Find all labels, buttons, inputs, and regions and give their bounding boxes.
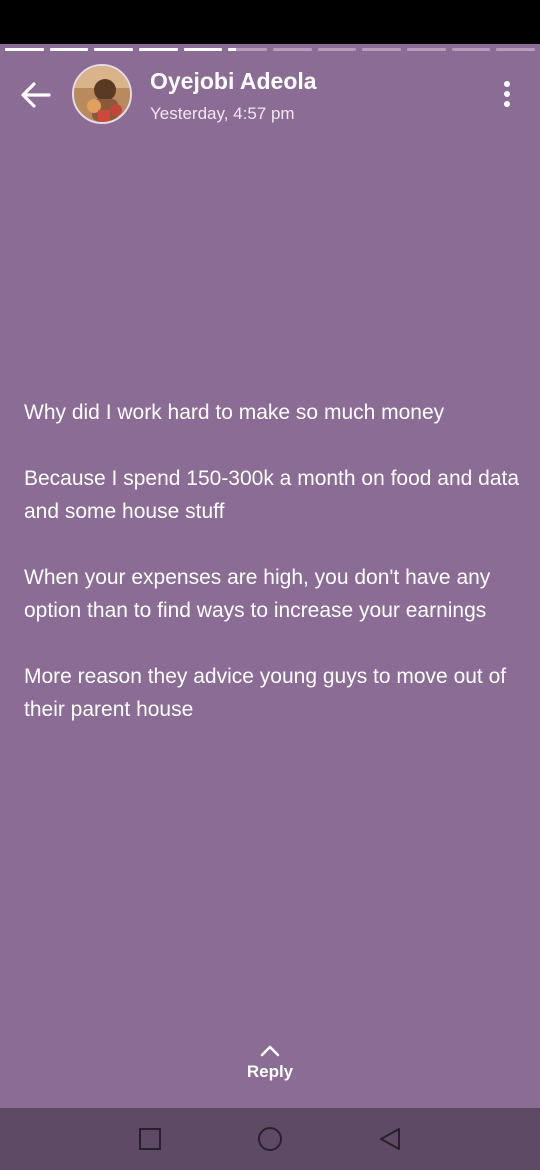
- more-vertical-icon: [504, 81, 510, 87]
- status-paragraph: Why did I work hard to make so much mone…: [24, 401, 445, 424]
- back-button[interactable]: [14, 74, 56, 116]
- progress-segment-fill: [49, 48, 89, 51]
- status-bar: [0, 0, 540, 44]
- progress-segment-fill: [228, 48, 237, 51]
- progress-segment: [407, 48, 446, 51]
- progress-segment: [451, 48, 491, 51]
- recents-button[interactable]: [135, 1124, 165, 1154]
- progress-segment-fill: [183, 48, 223, 51]
- more-options-button[interactable]: [492, 76, 522, 112]
- chevron-up-icon: [260, 1045, 280, 1057]
- status-progress-bar: [5, 48, 536, 52]
- progress-segment: [139, 48, 178, 51]
- nav-back-button[interactable]: [375, 1124, 405, 1154]
- progress-segment-fill: [94, 48, 134, 51]
- home-button[interactable]: [255, 1124, 285, 1154]
- progress-segment: [496, 48, 536, 51]
- progress-segment: [183, 48, 223, 51]
- progress-segment: [273, 48, 312, 51]
- progress-segment: [317, 48, 357, 51]
- progress-segment: [5, 48, 44, 51]
- status-paragraph: When your expenses are high, you don't h…: [24, 566, 491, 622]
- square-icon: [139, 1128, 161, 1150]
- progress-segment-fill: [5, 48, 44, 51]
- reply-button[interactable]: Reply: [220, 1044, 320, 1096]
- reply-label: Reply: [246, 1062, 294, 1081]
- progress-segment: [228, 48, 268, 51]
- status-timestamp: Yesterday, 4:57 pm: [150, 104, 295, 123]
- arrow-left-icon: [21, 82, 51, 108]
- contact-name: Oyejobi Adeola: [150, 68, 317, 94]
- status-header: Oyejobi Adeola Yesterday, 4:57 pm: [0, 60, 540, 130]
- system-navigation-bar: [0, 1108, 540, 1170]
- avatar[interactable]: [72, 64, 132, 124]
- progress-segment: [94, 48, 134, 51]
- triangle-back-icon: [380, 1128, 400, 1150]
- status-text: Why did I work hard to make so much mone…: [24, 396, 520, 726]
- progress-segment: [49, 48, 89, 51]
- circle-icon: [258, 1127, 282, 1151]
- progress-segment-fill: [139, 48, 178, 51]
- progress-segment: [362, 48, 402, 51]
- status-paragraph: Because I spend 150-300k a month on food…: [24, 467, 520, 523]
- status-paragraph: More reason they advice young guys to mo…: [24, 665, 507, 721]
- avatar-image: [74, 66, 130, 122]
